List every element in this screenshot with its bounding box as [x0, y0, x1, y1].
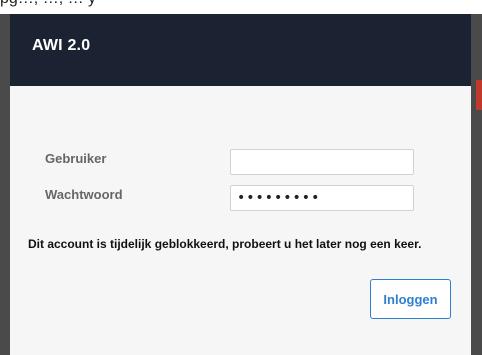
- blocked-account-message: Dit account is tijdelijk geblokkeerd, pr…: [28, 237, 422, 251]
- dialog-header: AWI 2.0: [10, 14, 471, 86]
- login-dialog: AWI 2.0 Gebruiker Wachtwoord Dit account…: [10, 14, 471, 355]
- password-label: Wachtwoord: [45, 187, 123, 202]
- login-button[interactable]: Inloggen: [370, 279, 451, 319]
- username-label: Gebruiker: [45, 151, 107, 166]
- password-input[interactable]: [230, 185, 414, 211]
- left-background-edge: [0, 14, 10, 355]
- cropped-top-strip: pg…, …, … y: [0, 0, 482, 14]
- right-background-edge: [471, 14, 482, 355]
- cropped-top-text: pg…, …, … y: [0, 0, 96, 8]
- right-edge-accent: [476, 80, 482, 110]
- dialog-title: AWI 2.0: [32, 37, 91, 54]
- username-input[interactable]: [230, 149, 414, 175]
